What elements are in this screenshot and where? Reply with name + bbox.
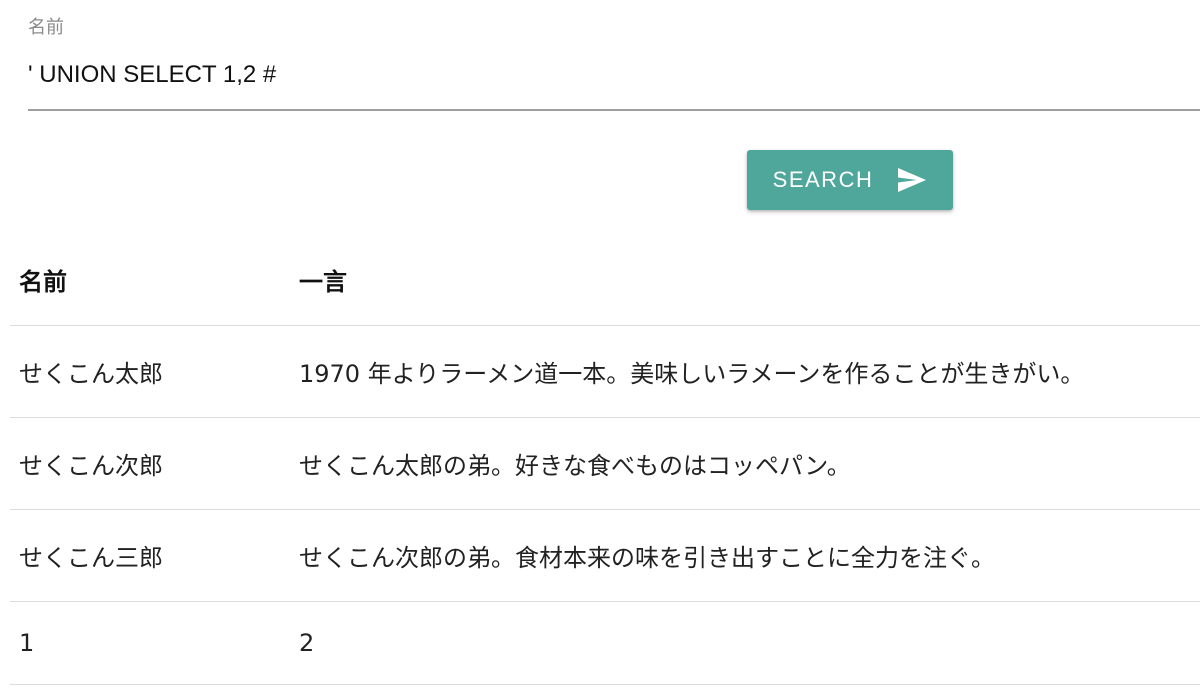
results-table: 名前 一言 せくこん太郎 1970 年よりラーメン道一本。美味しいラメーンを作る… — [10, 234, 1200, 685]
name-field: 名前 — [28, 14, 1200, 111]
search-page: 名前 SEARCH 名前 一言 せくこん太郎 1970 年よりラーメン道一本。美… — [0, 0, 1200, 697]
cell-comment: 2 — [299, 629, 315, 657]
table-row: せくこん次郎 せくこん太郎の弟。好きな食べものはコッペパン。 — [10, 418, 1200, 510]
cell-comment: 1970 年よりラーメン道一本。美味しいラメーンを作ることが生きがい。 — [299, 360, 1085, 388]
cell-name: せくこん三郎 — [19, 544, 163, 572]
search-button-label: SEARCH — [772, 167, 874, 192]
cell-comment: せくこん太郎の弟。好きな食べものはコッペパン。 — [299, 452, 851, 480]
send-icon — [897, 167, 927, 193]
cell-name: せくこん次郎 — [19, 452, 163, 480]
table-row: せくこん太郎 1970 年よりラーメン道一本。美味しいラメーンを作ることが生きが… — [10, 326, 1200, 418]
header-comment: 一言 — [299, 268, 347, 296]
name-field-underline — [28, 109, 1200, 111]
name-input[interactable] — [28, 54, 1200, 96]
table-row: 1 2 — [10, 602, 1200, 685]
cell-name: 1 — [19, 629, 35, 657]
cell-comment: せくこん次郎の弟。食材本来の味を引き出すことに全力を注ぐ。 — [299, 544, 995, 572]
name-field-label: 名前 — [28, 17, 64, 38]
cell-name: せくこん太郎 — [19, 360, 163, 388]
table-header-row: 名前 一言 — [10, 234, 1200, 326]
table-row: せくこん三郎 せくこん次郎の弟。食材本来の味を引き出すことに全力を注ぐ。 — [10, 510, 1200, 602]
header-name: 名前 — [19, 268, 67, 296]
search-button[interactable]: SEARCH — [747, 150, 953, 210]
